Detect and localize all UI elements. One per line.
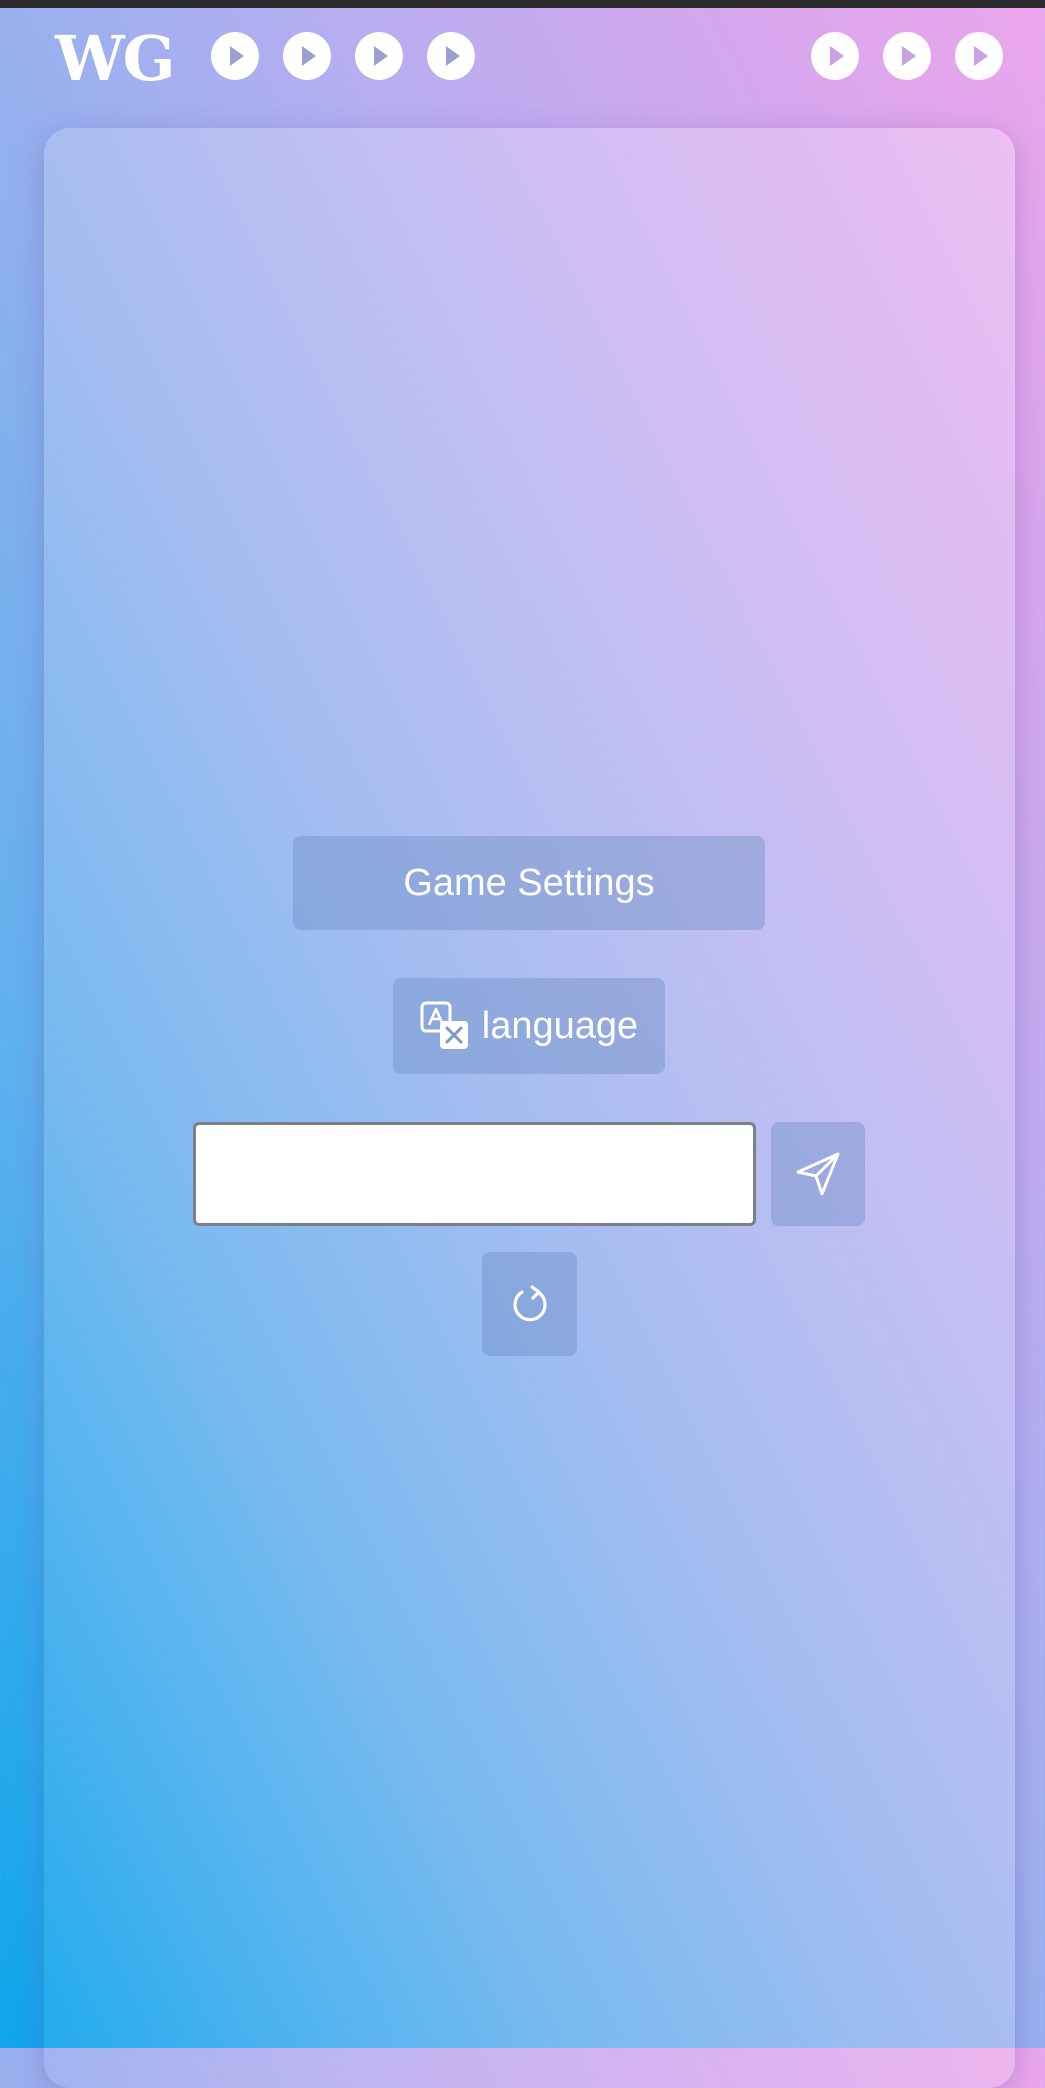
play-button-7[interactable] (955, 32, 1003, 80)
play-icon (374, 46, 388, 66)
play-button-5[interactable] (811, 32, 859, 80)
language-button[interactable]: language (393, 978, 665, 1074)
play-icon (902, 46, 916, 66)
play-icon (974, 46, 988, 66)
refresh-icon (512, 1285, 547, 1322)
main-panel (44, 128, 1015, 2088)
play-button-6[interactable] (883, 32, 931, 80)
status-bar (0, 0, 1045, 8)
play-icon (302, 46, 316, 66)
top-bar: WG (0, 8, 1045, 108)
play-icon (446, 46, 460, 66)
send-icon (796, 1152, 840, 1196)
refresh-button[interactable] (482, 1252, 577, 1356)
send-button[interactable] (771, 1122, 865, 1226)
translate-icon (420, 1001, 468, 1049)
play-icon (830, 46, 844, 66)
language-label: language (481, 1004, 639, 1047)
message-input[interactable] (193, 1122, 756, 1226)
logo: WG (55, 22, 176, 95)
play-button-4[interactable] (427, 32, 475, 80)
play-button-1[interactable] (211, 32, 259, 80)
game-settings-button[interactable]: Game Settings (293, 836, 765, 930)
play-button-2[interactable] (283, 32, 331, 80)
play-button-3[interactable] (355, 32, 403, 80)
play-icon (230, 46, 244, 66)
game-settings-label: Game Settings (403, 861, 655, 904)
